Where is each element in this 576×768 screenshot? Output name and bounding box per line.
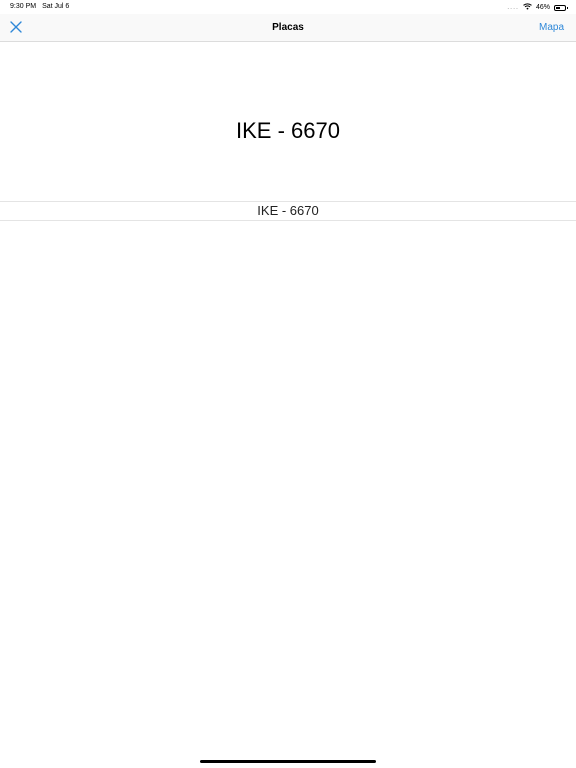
navigation-bar: Placas Mapa [0,14,576,42]
map-button[interactable]: Mapa [539,22,564,33]
status-time: 9:30 PM [10,3,37,10]
status-right: .... 46% [507,3,568,12]
battery-icon [554,4,568,11]
status-bar: 9:30 PM Sat Jul 6 .... 46% [0,0,576,14]
app-screen: 9:30 PM Sat Jul 6 .... 46% Placas Mapa I… [0,0,576,768]
battery-percent: 46% [535,4,550,11]
plate-header: IKE - 6670 [236,118,340,143]
wifi-icon [523,3,532,12]
battery-fill [556,6,560,9]
plate-item-label: IKE - 6670 [257,203,319,218]
status-date: Sat Jul 6 [42,3,70,10]
list-item[interactable]: IKE - 6670 [0,201,576,221]
home-indicator[interactable] [200,760,376,763]
page-title: Placas [272,22,304,33]
signal-dots: .... [507,4,519,11]
status-left: 9:30 PM Sat Jul 6 [10,3,69,10]
